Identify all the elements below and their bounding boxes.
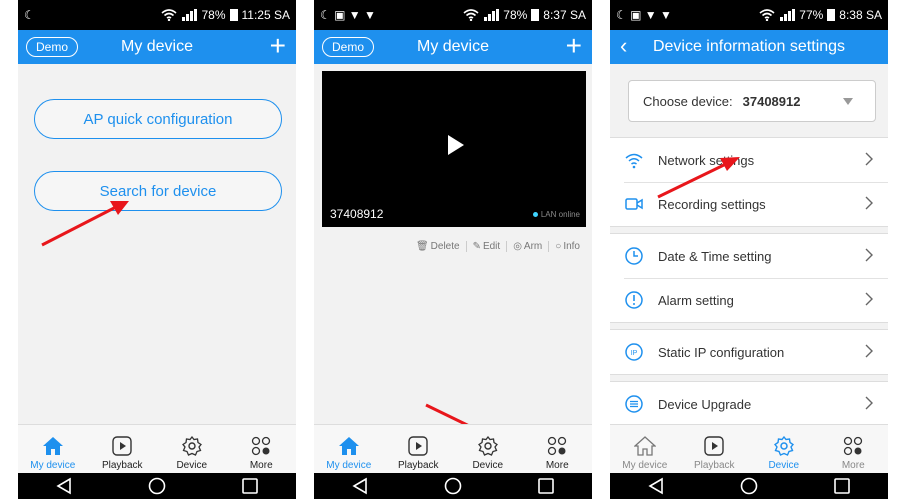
tab-label: My device [326,460,372,471]
gear-icon [181,436,202,456]
tab-label: My device [622,460,668,471]
tab-my-device[interactable]: My device [314,425,384,473]
tab-playback[interactable]: Playback [680,425,750,473]
recents-nav-icon[interactable] [537,477,555,495]
home-icon [633,436,656,456]
tab-label: Playback [397,460,439,471]
tab-playback[interactable]: Playback [88,425,158,473]
system-nav-bar [314,473,592,499]
playback-icon [704,436,724,456]
tab-more[interactable]: More [819,425,889,473]
playback-icon [408,436,428,456]
tab-my-device[interactable]: My device [610,425,680,473]
tab-playback[interactable]: Playback [384,425,454,473]
gear-icon [773,436,794,456]
home-icon [42,437,63,455]
tab-label: More [249,460,273,471]
tab-label: Playback [693,460,735,471]
back-nav-icon[interactable] [55,477,73,495]
tab-bar: My device Playback Device More [18,424,296,473]
recents-nav-icon[interactable] [833,477,851,495]
screen-device-information-settings: ☾ ▣ ▼ ▼ 77% 8:38 SA ‹ Device information… [610,0,888,499]
tab-device[interactable]: Device [453,425,523,473]
tab-label: My device [30,460,76,471]
screen-my-device-empty: ☾ 78% 11:25 SA Demo My device + AP quick… [18,0,296,499]
tab-more[interactable]: More [523,425,593,473]
tab-label: More [841,460,865,471]
back-nav-icon[interactable] [647,477,665,495]
tab-label: More [545,460,569,471]
tab-bar: My device Playback Device More [610,424,888,473]
gear-icon [477,436,498,456]
tab-label: Device [472,460,504,471]
home-icon [338,437,359,455]
tab-bar: My device Playback Device More [314,424,592,473]
more-icon [844,436,863,456]
tab-label: Playback [101,460,143,471]
back-nav-icon[interactable] [351,477,369,495]
tab-more[interactable]: More [227,425,297,473]
system-nav-bar [610,473,888,499]
tab-my-device[interactable]: My device [18,425,88,473]
home-nav-icon[interactable] [740,477,758,495]
home-nav-icon[interactable] [444,477,462,495]
system-nav-bar [18,473,296,499]
tab-label: Device [768,460,800,471]
playback-icon [112,436,132,456]
more-icon [548,436,567,456]
screen-my-device-list: ☾ ▣ ▼ ▼ 78% 8:37 SA Demo My device + 374… [314,0,592,499]
tab-device[interactable]: Device [749,425,819,473]
tab-label: Device [176,460,208,471]
tab-device[interactable]: Device [157,425,227,473]
more-icon [252,436,271,456]
home-nav-icon[interactable] [148,477,166,495]
recents-nav-icon[interactable] [241,477,259,495]
